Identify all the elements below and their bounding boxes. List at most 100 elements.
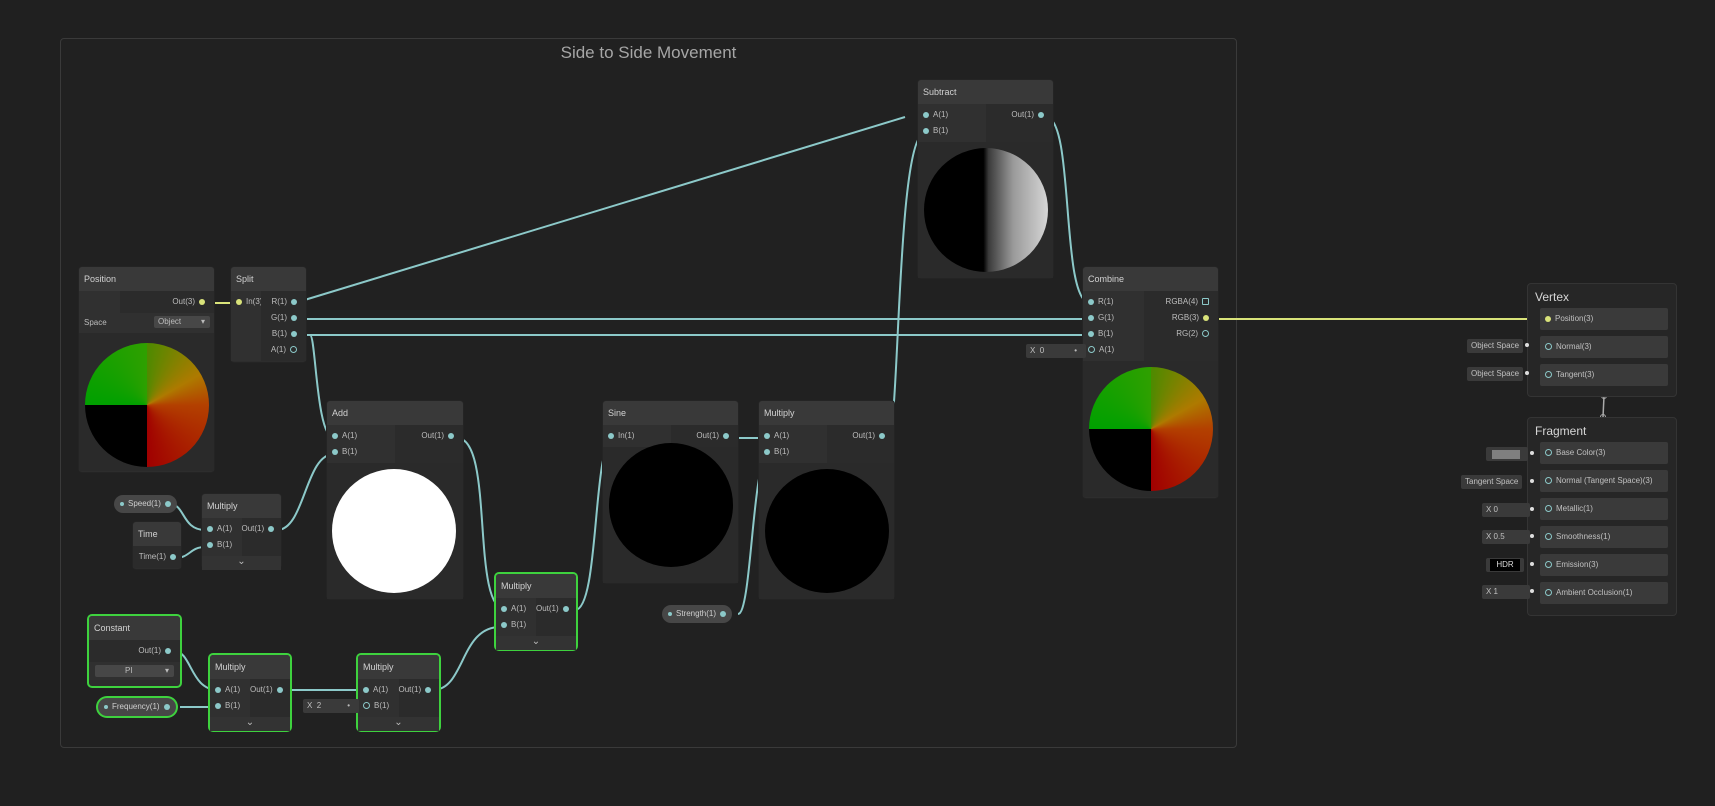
node-title: Multiply [358,655,439,679]
property-dot-icon [668,611,672,616]
port-b[interactable]: B(1) [1083,326,1144,342]
port-a[interactable]: A(1) [210,682,250,698]
port-b[interactable]: B(1) [918,123,986,139]
node-split[interactable]: Split In(3) R(1) G(1) B(1) A(1) [231,267,306,362]
vertex-block-normal[interactable]: Normal(3) [1540,336,1668,358]
fragment-emission-input[interactable]: HDR [1486,558,1524,572]
port-a[interactable]: A(1) [759,428,827,444]
port-in[interactable]: In(3) [231,294,262,310]
port-b[interactable]: B(1) [327,444,395,460]
node-constant[interactable]: Constant Out(1) PI ▾ [89,616,180,686]
port-rg[interactable]: RG(2) [1144,326,1218,342]
port-out[interactable]: Out(1) [671,428,739,444]
node-multiply-mid[interactable]: Multiply A(1) B(1) Out(1) ⌄ [496,574,576,650]
port-out[interactable]: Out(1) [986,107,1054,123]
port-b[interactable]: B(1) [759,444,827,460]
property-speed[interactable]: Speed(1) [114,495,177,513]
fragment-block-emission[interactable]: Emission(3) [1540,554,1668,576]
fragment-block-ambient-occlusion[interactable]: Ambient Occlusion(1) [1540,582,1668,604]
fragment-ambient-occlusion-input[interactable]: X 1 [1482,585,1530,599]
port-b[interactable]: B(1) [496,617,536,633]
port-dot-icon [207,525,213,532]
expand-chevron-icon[interactable]: ⌄ [202,556,281,570]
fragment-normal-input[interactable]: Tangent Space [1461,475,1523,489]
port-out[interactable]: Out(1) [827,428,895,444]
port-b[interactable]: B(1) [261,326,306,342]
combine-a-input[interactable]: X 0 • [1026,344,1086,358]
constant-dropdown[interactable]: PI ▾ [95,665,174,677]
port-in[interactable]: In(1) [603,428,671,444]
port-dot-icon [332,432,338,439]
node-add[interactable]: Add A(1) B(1) Out(1) [327,401,463,599]
node-subtract[interactable]: Subtract A(1) B(1) Out(1) [918,80,1053,278]
node-title: Sine [603,401,738,425]
port-b[interactable]: B(1) [358,698,399,714]
space-dropdown[interactable]: Object ▾ [154,316,210,328]
multiply-c2-b-input[interactable]: X 2 • [303,699,359,713]
vertex-block-position[interactable]: Position(3) [1540,308,1668,330]
group-side-to-side-movement[interactable]: Side to Side Movement [60,38,1237,748]
node-multiply-c1[interactable]: Multiply A(1) B(1) Out(1) ⌄ [210,655,290,731]
base-color-swatch[interactable] [1486,447,1528,461]
port-dot-icon [1202,298,1209,306]
vertex-context[interactable]: Vertex Position(3) Normal(3) Tangent(3) [1527,283,1677,397]
property-strength[interactable]: Strength(1) [662,605,733,623]
port-out[interactable]: Out(1) [89,643,180,659]
expand-chevron-icon[interactable]: ⌄ [358,717,439,731]
port-a[interactable]: A(1) [1083,342,1144,358]
property-frequency[interactable]: Frequency(1) [98,698,176,716]
port-time[interactable]: Time(1) [133,549,181,565]
port-g[interactable]: G(1) [1083,310,1144,326]
port-dot-icon [425,686,432,693]
port-r[interactable]: R(1) [1083,294,1144,310]
port-link-dot-icon: • [1074,346,1077,355]
port-a[interactable]: A(1) [918,107,986,123]
expand-chevron-icon[interactable]: ⌄ [210,717,290,731]
node-multiply-c2[interactable]: Multiply A(1) B(1) Out(1) ⌄ [358,655,440,731]
port-b[interactable]: B(1) [210,698,250,714]
port-r[interactable]: R(1) [261,294,306,310]
vertex-tangent-input[interactable]: Object Space [1467,367,1524,381]
port-a[interactable]: A(1) [358,682,399,698]
node-position[interactable]: Position Out(3) Space Object ▾ [79,267,214,472]
port-dot-icon [1545,371,1552,379]
port-out[interactable]: Out(1) [395,428,463,444]
preview-sphere [765,469,889,593]
port-dot-icon [1203,314,1209,321]
port-a[interactable]: A(1) [496,601,536,617]
fragment-context[interactable]: Fragment Base Color(3) Normal (Tangent S… [1527,417,1677,616]
port-rgb[interactable]: RGB(3) [1144,310,1218,326]
vertex-normal-input[interactable]: Object Space [1467,339,1524,353]
fragment-block-normal[interactable]: Normal (Tangent Space)(3) [1540,470,1668,492]
port-g[interactable]: G(1) [261,310,306,326]
node-sine[interactable]: Sine In(1) Out(1) [603,401,738,583]
vertex-block-tangent[interactable]: Tangent(3) [1540,364,1668,386]
fragment-metallic-input[interactable]: X 0 [1482,503,1530,517]
port-a[interactable]: A(1) [202,521,242,537]
port-out[interactable]: Out(1) [242,521,282,537]
port-a[interactable]: A(1) [327,428,395,444]
preview [759,463,894,599]
preview [603,443,738,583]
port-out[interactable]: Out(1) [536,601,576,617]
port-rgba[interactable]: RGBA(4) [1144,294,1218,310]
node-multiply-speed[interactable]: Multiply A(1) B(1) Out(1) ⌄ [202,494,282,570]
node-multiply-top[interactable]: Multiply A(1) B(1) Out(1) [759,401,894,599]
port-out[interactable]: Out(1) [250,682,290,698]
fragment-block-metallic[interactable]: Metallic(1) [1540,498,1668,520]
node-title: Multiply [202,494,281,518]
port-out[interactable]: Out(1) [399,682,440,698]
fragment-smoothness-input[interactable]: X 0.5 [1482,530,1530,544]
port-out[interactable]: Out(3) [120,294,215,310]
connector-dot-icon [1530,451,1534,455]
connector-dot-icon [1530,507,1534,511]
fragment-block-smoothness[interactable]: Smoothness(1) [1540,526,1668,548]
connector-dot-icon [1530,479,1534,483]
port-b[interactable]: B(1) [202,537,242,553]
port-a[interactable]: A(1) [261,342,306,358]
expand-chevron-icon[interactable]: ⌄ [496,636,576,650]
group-title[interactable]: Side to Side Movement [61,43,1236,63]
node-time[interactable]: Time Time(1) [133,522,181,569]
fragment-block-base-color[interactable]: Base Color(3) [1540,442,1668,464]
node-combine[interactable]: Combine R(1) G(1) B(1) A(1) RGBA(4) RGB(… [1083,267,1218,498]
